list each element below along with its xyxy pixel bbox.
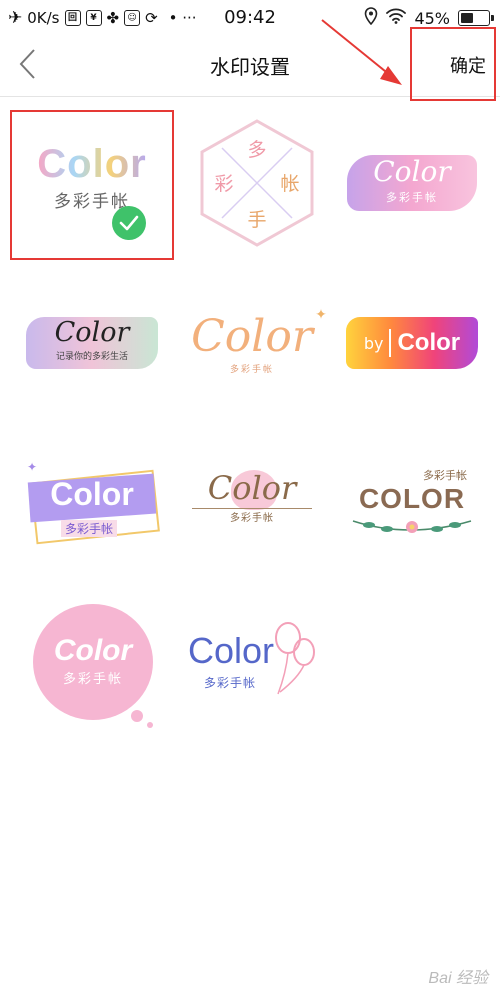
watermark-option-3[interactable]: Color 多彩手帐	[330, 108, 494, 258]
sparkle-icon: ✦	[315, 307, 327, 323]
watermark-option-6[interactable]: by Color	[330, 268, 494, 418]
watermark-text: Color	[188, 630, 275, 671]
check-icon	[119, 215, 139, 231]
annotation-box	[410, 27, 496, 101]
baidu-jingyan-watermark: Bai 经验	[428, 970, 488, 987]
watermark-text: Color	[389, 329, 460, 357]
watermark-text: Color	[54, 317, 130, 348]
watermark-text: Color	[37, 142, 147, 186]
watermark-option-5[interactable]: ✦ Color 多彩手帐	[170, 268, 334, 418]
watermark-subtext: 多彩手帐	[61, 520, 118, 537]
watermark-option-7[interactable]: Color 多彩手帐 ✦	[10, 428, 174, 578]
battery-percent: 45%	[414, 8, 450, 28]
watermark-text: Color	[191, 311, 313, 362]
leaf-wreath-icon	[352, 520, 472, 533]
battery-fill	[461, 13, 473, 23]
balloon-icon	[275, 622, 315, 695]
watermark-subtext: 多彩手帐	[229, 365, 274, 375]
watermark-prefix: by	[363, 333, 384, 353]
watermark-grid: Color 多彩手帐 多 彩 手 帐 Color 多彩手帐 Color 记录你的…	[0, 108, 500, 748]
hex-char-3: 手	[247, 209, 266, 231]
hex-char-4: 帐	[280, 173, 299, 195]
bubble-dot	[131, 710, 143, 722]
watermark-option-10[interactable]: Color 多彩手帐	[10, 588, 174, 738]
brush-stroke: Color 多彩手帐	[347, 155, 477, 211]
watermark-subtext: 多彩手帐	[423, 469, 467, 482]
pink-bubble: Color 多彩手帐	[33, 604, 153, 720]
selected-check	[112, 206, 146, 240]
watermark-subtext: 多彩手帐	[204, 676, 257, 690]
hex-char-1: 多	[247, 139, 266, 161]
watermark-subtext: 多彩手帐	[386, 191, 438, 204]
watermark-subtext: 记录你的多彩生活	[55, 352, 128, 362]
watermark-option-2[interactable]: 多 彩 手 帐	[175, 108, 339, 258]
annotation-arrow	[321, 19, 402, 85]
sparkle-icon: ✦	[27, 460, 38, 474]
hexagon-watermark: 多 彩 手 帐	[200, 119, 314, 247]
watermark-option-4[interactable]: Color 记录你的多彩生活	[10, 268, 174, 418]
watermark-option-9[interactable]: 多彩手帐 COLOR	[330, 428, 494, 578]
battery-icon	[458, 10, 494, 26]
watermark-subtext: 多彩手帐	[62, 672, 123, 687]
bubble-dot-small	[147, 722, 153, 728]
brush-stroke: by Color	[346, 317, 478, 369]
watermark-text: Color	[207, 469, 297, 507]
watermark-option-1[interactable]: Color 多彩手帐	[10, 110, 174, 260]
watermark-option-11[interactable]: Color 多彩手帐	[170, 588, 334, 738]
watermark-text: Color	[373, 155, 451, 188]
watermark-text: Color	[53, 634, 133, 667]
hex-char-2: 彩	[214, 173, 233, 195]
watermark-subtext: 多彩手帐	[230, 513, 274, 524]
watermark-text: COLOR	[358, 483, 466, 514]
watermark-text: Color	[50, 476, 134, 512]
watermark-option-8[interactable]: Color 多彩手帐	[170, 428, 334, 578]
brush-stroke: Color 记录你的多彩生活	[26, 317, 158, 369]
